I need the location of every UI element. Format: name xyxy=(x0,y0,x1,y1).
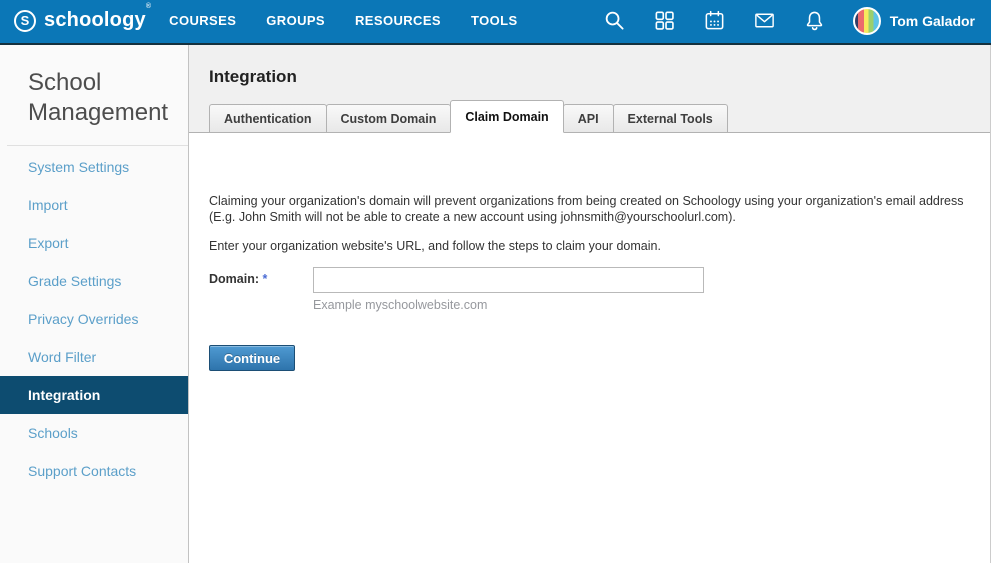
sidebar-item-word-filter[interactable]: Word Filter xyxy=(0,338,188,376)
menu-resources[interactable]: RESOURCES xyxy=(355,13,441,28)
sidebar-divider xyxy=(7,145,188,146)
search-icon[interactable] xyxy=(603,9,626,32)
navbar-right-cluster: Tom Galador xyxy=(603,7,975,35)
user-account[interactable]: Tom Galador xyxy=(853,7,975,35)
brand-name: schoology® xyxy=(44,9,151,32)
integration-tabs: Authentication Custom Domain Claim Domai… xyxy=(189,100,990,133)
tab-claim-domain[interactable]: Claim Domain xyxy=(450,100,563,133)
apps-grid-icon[interactable] xyxy=(653,9,676,32)
top-navbar: S schoology® COURSES GROUPS RESOURCES TO… xyxy=(0,0,991,45)
school-management-sidebar: School Management System Settings Import… xyxy=(0,45,189,563)
sidebar-title: School Management xyxy=(0,45,188,128)
claim-domain-panel: Claiming your organization's domain will… xyxy=(189,133,990,371)
tab-external-tools[interactable]: External Tools xyxy=(613,104,728,132)
continue-button[interactable]: Continue xyxy=(209,345,295,371)
main-menu: COURSES GROUPS RESOURCES TOOLS xyxy=(169,13,517,28)
mail-icon[interactable] xyxy=(753,9,776,32)
sidebar-item-integration[interactable]: Integration xyxy=(0,376,188,414)
menu-tools[interactable]: TOOLS xyxy=(471,13,518,28)
tab-custom-domain[interactable]: Custom Domain xyxy=(326,104,452,132)
integration-header: Integration Authentication Custom Domain… xyxy=(189,45,990,133)
sidebar-item-privacy-overrides[interactable]: Privacy Overrides xyxy=(0,300,188,338)
domain-example-hint: Example myschoolwebsite.com xyxy=(313,298,966,312)
sidebar-item-system-settings[interactable]: System Settings xyxy=(0,148,188,186)
main-content: Integration Authentication Custom Domain… xyxy=(189,45,991,563)
domain-input[interactable] xyxy=(313,267,704,293)
domain-label: Domain: * xyxy=(209,267,313,286)
claim-domain-instruction: Enter your organization website's URL, a… xyxy=(209,238,966,254)
claim-domain-description: Claiming your organization's domain will… xyxy=(209,193,966,225)
user-name: Tom Galador xyxy=(890,13,975,29)
sidebar-item-grade-settings[interactable]: Grade Settings xyxy=(0,262,188,300)
sidebar-item-schools[interactable]: Schools xyxy=(0,414,188,452)
domain-form-row: Domain: * xyxy=(209,267,966,293)
sidebar-item-import[interactable]: Import xyxy=(0,186,188,224)
tab-api[interactable]: API xyxy=(563,104,614,132)
user-avatar xyxy=(853,7,881,35)
page-title: Integration xyxy=(189,45,990,87)
sidebar-nav: System Settings Import Export Grade Sett… xyxy=(0,148,188,490)
notifications-bell-icon[interactable] xyxy=(803,9,826,32)
menu-groups[interactable]: GROUPS xyxy=(266,13,325,28)
schoology-logo[interactable]: S schoology® xyxy=(14,9,151,32)
tab-authentication[interactable]: Authentication xyxy=(209,104,327,132)
schoology-s-icon: S xyxy=(14,10,36,32)
sidebar-item-export[interactable]: Export xyxy=(0,224,188,262)
registered-mark: ® xyxy=(146,3,151,10)
menu-courses[interactable]: COURSES xyxy=(169,13,236,28)
required-asterisk: * xyxy=(262,272,267,286)
sidebar-item-support-contacts[interactable]: Support Contacts xyxy=(0,452,188,490)
calendar-icon[interactable] xyxy=(703,9,726,32)
